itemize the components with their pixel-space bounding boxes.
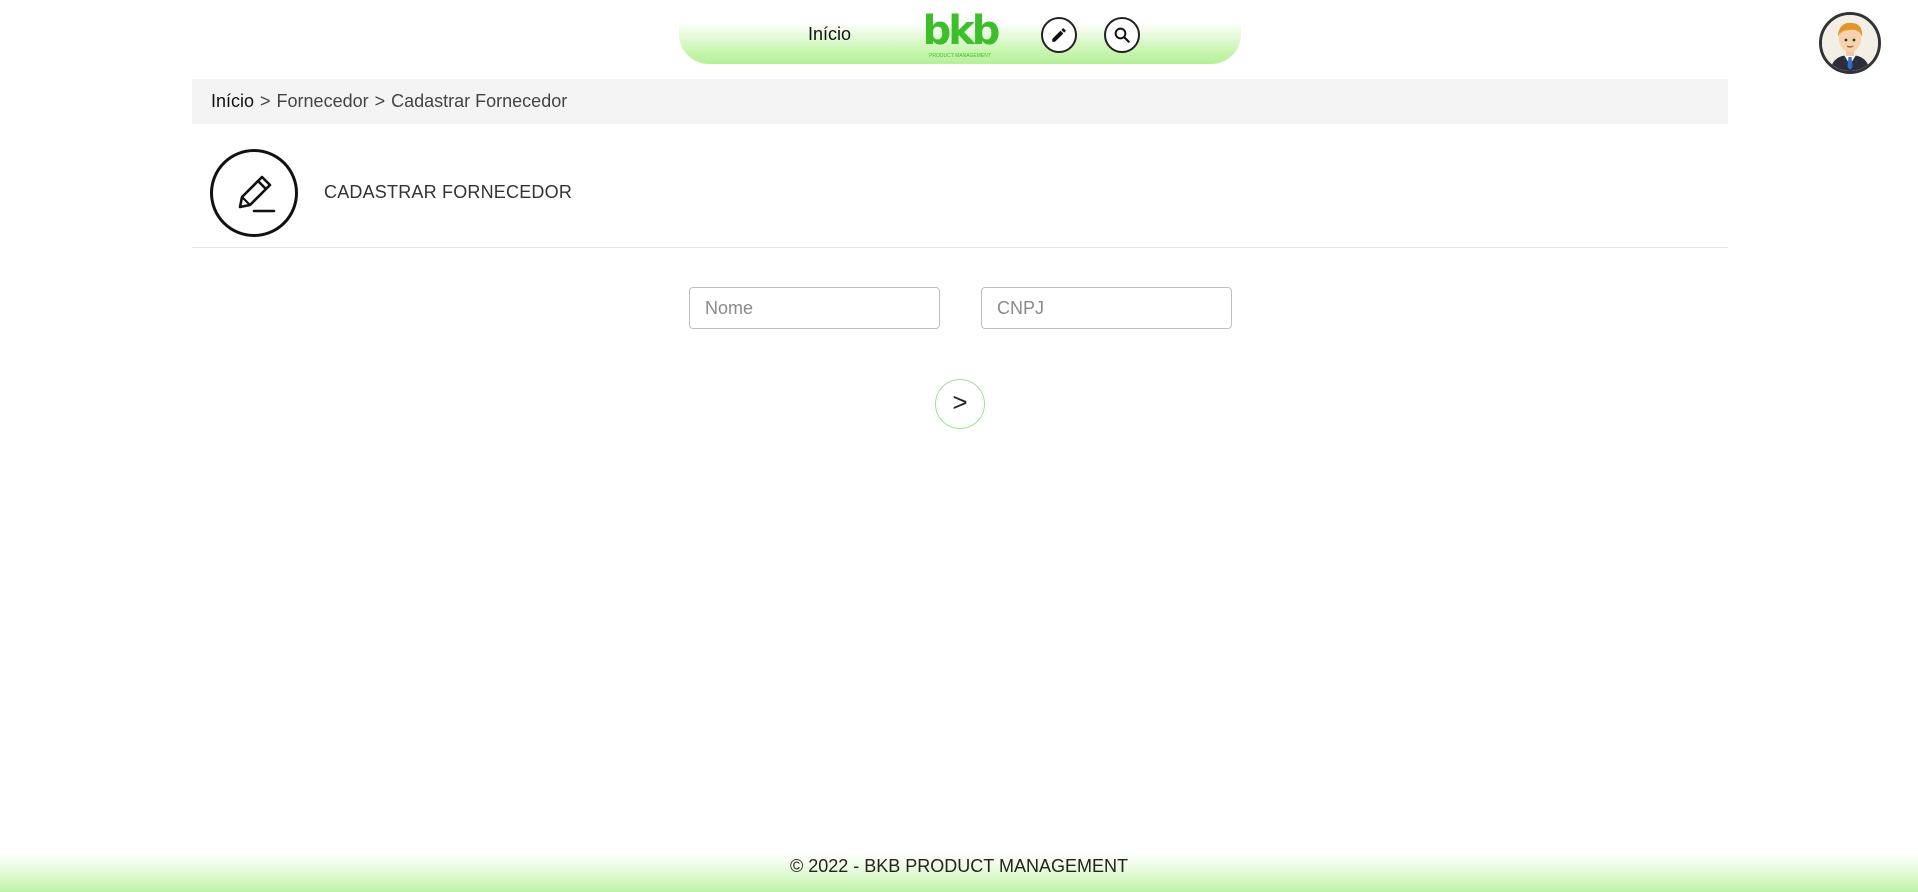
page-title: CADASTRAR FORNECEDOR xyxy=(324,182,573,202)
breadcrumb-current: Cadastrar Fornecedor xyxy=(391,91,568,111)
search-icon xyxy=(1114,27,1130,43)
user-avatar-icon xyxy=(1822,15,1878,71)
nome-input[interactable] xyxy=(689,287,940,329)
search-button[interactable] xyxy=(1104,17,1140,53)
user-avatar[interactable] xyxy=(1819,12,1881,74)
svg-text:bkb: bkb xyxy=(923,10,999,54)
breadcrumb: Início > Fornecedor > Cadastrar Forneced… xyxy=(192,79,1728,124)
edit-icon xyxy=(210,149,298,237)
bkb-logo-icon: bkb PRODUCT MANAGEMENT xyxy=(923,8,1002,59)
brand-logo[interactable]: bkb PRODUCT MANAGEMENT xyxy=(921,8,1002,60)
breadcrumb-home-link[interactable]: Início xyxy=(211,91,254,112)
nav-home-link[interactable]: Início xyxy=(808,24,851,45)
breadcrumb-section[interactable]: Fornecedor xyxy=(277,91,369,112)
edit-button[interactable] xyxy=(1041,17,1077,53)
pencil-icon xyxy=(1052,28,1066,42)
page-header: CADASTRAR FORNECEDOR xyxy=(192,140,1728,248)
cnpj-input[interactable] xyxy=(981,287,1232,329)
breadcrumb-separator: > xyxy=(260,91,271,111)
svg-text:PRODUCT MANAGEMENT: PRODUCT MANAGEMENT xyxy=(929,53,991,59)
breadcrumb-separator: > xyxy=(374,91,386,111)
footer-copyright: © 2022 - BKB PRODUCT MANAGEMENT xyxy=(789,856,1128,876)
footer: © 2022 - BKB PRODUCT MANAGEMENT xyxy=(0,853,1918,892)
next-button[interactable]: > xyxy=(935,379,985,429)
